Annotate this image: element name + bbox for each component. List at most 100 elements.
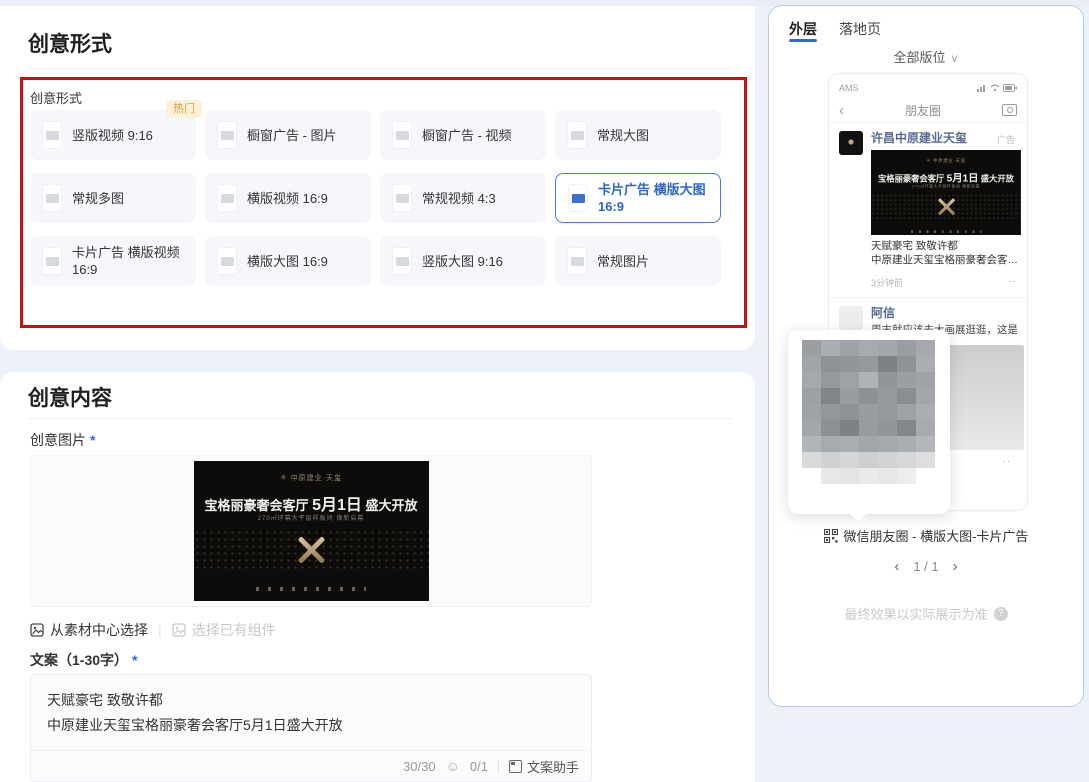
format-group-label: 创意形式 [30,88,82,107]
ad-image-thumbnail: ✳中原建业·天玺 宝格丽豪奢会客厅 5月1日 盛大开放 270㎡环幕大平层样板间… [871,150,1021,235]
preview-pagination: ‹ 1 / 1 › [769,558,1083,575]
ad-emblem-band [194,529,429,571]
moments-ad-post: 广告 许昌中原建业天玺 ✳中原建业·天玺 宝格丽豪奢会客厅 5月1日 盛大开放 … [829,123,1027,297]
ad-image-mini: ✳中原建业·天玺 宝格丽豪奢会客厅 5月1日 盛大开放 270㎡环幕大平层样板间… [871,150,1021,235]
vertical-image-icon [392,247,412,275]
format-option[interactable]: 常规大图 [555,110,721,160]
tab-landing-page[interactable]: 落地页 [839,19,881,39]
placement-selector[interactable]: 全部版位∨ [769,47,1083,66]
advertiser-avatar [839,131,863,155]
emblem-icon [935,196,957,218]
active-tab-underline [789,39,817,42]
regular-video-icon [392,184,412,212]
friend-avatar [839,306,863,330]
image-icon [172,623,186,637]
copy-text: 天赋豪宅 致敬许都 中原建业天玺宝格丽豪奢会客厅5月1日盛大开放 [31,675,591,738]
format-option[interactable]: 常规视频 4:3 [380,173,546,223]
format-option[interactable]: 横版大图 16:9 [205,236,371,286]
section-title-content: 创意内容 [28,382,112,412]
showcase-image-icon [217,121,237,149]
creative-image-preview: ✳中原建业·天玺 宝格丽豪奢会客厅 5月1日 盛大开放 270㎡环幕大平层样板间… [194,461,429,601]
more-icon: ·· [1002,456,1011,467]
chevron-down-icon: ∨ [950,53,958,65]
format-option[interactable]: 橱窗广告 - 图片 [205,110,371,160]
image-field-label: 创意图片* [30,430,95,450]
select-from-material-center-link[interactable]: 从素材中心选择 [30,620,148,640]
friend-name: 阿信 [871,306,1017,320]
tab-outer-layer[interactable]: 外层 [789,19,817,39]
format-option[interactable]: 橱窗广告 - 视频 [380,110,546,160]
wifi-icon [990,84,1000,92]
post-time: 3分钟前 [871,276,903,289]
vertical-video-icon [42,121,62,149]
placement-caption: 微信朋友圈 - 横版大图-卡片广告 [844,526,1029,545]
brand-logo-icon: ✳ [280,473,288,482]
copy-field-label: 文案（1-30字）* [30,650,137,670]
battery-icon [1003,84,1017,92]
horizontal-video-icon [217,184,237,212]
divider [28,418,731,419]
link-separator: | [158,622,162,638]
horizontal-image-icon [217,247,237,275]
ad-footer-decoration [256,587,366,591]
ad-creative-page: 创意形式 创意形式 热门 竖版视频 9:16 橱窗广告 - 图片 橱窗广告 - … [0,0,1089,782]
camera-icon [1002,104,1017,116]
format-option[interactable]: 热门 竖版视频 9:16 [30,110,196,160]
carrier-label: AMS [839,83,859,93]
copy-textarea[interactable]: 天赋豪宅 致敬许都 中原建业天玺宝格丽豪奢会客厅5月1日盛大开放 30/30 ☺… [30,674,592,782]
creative-image-box[interactable]: ✳中原建业·天玺 宝格丽豪奢会客厅 5月1日 盛大开放 270㎡环幕大平层样板间… [30,455,592,607]
large-image-icon [567,121,587,149]
ad-subline: 270㎡环幕大平层样板间 焕新启幕 [194,513,429,522]
phone-navbar: ‹ 朋友圈 [829,98,1027,123]
divider [28,68,731,69]
more-icon: ·· [1008,276,1017,289]
assistant-icon [509,760,522,773]
brand-logo-icon: ✳ [926,158,931,164]
post-caption-line2: 中原建业天玺宝格丽豪奢会客厅5月1日盛... [871,253,1023,267]
back-icon: ‹ [839,102,844,119]
image-icon [30,623,44,637]
qr-code-icon [824,529,838,543]
select-existing-component-link[interactable]: 选择已有组件 [172,620,276,640]
preview-disclaimer: 最终效果以实际展示为准 ? [769,604,1083,623]
post-caption-line1: 天赋豪宅 致敬许都 [871,239,1017,253]
card-ad-large-image-icon [568,184,588,212]
card-ad-video-icon [42,247,62,275]
help-icon[interactable]: ? [994,607,1008,621]
ad-tag: 广告 [997,133,1015,146]
advertiser-name: 许昌中原建业天玺 [871,131,1017,145]
preview-caption-row: 微信朋友圈 - 横版大图-卡片广告 [769,526,1083,545]
format-option[interactable]: 竖版大图 9:16 [380,236,546,286]
hot-badge: 热门 [166,100,202,118]
format-option[interactable]: 常规多图 [30,173,196,223]
required-asterisk: * [132,652,137,668]
material-links-row: 从素材中心选择 | 选择已有组件 [30,620,276,640]
char-counter: 30/30 [403,759,436,774]
format-option[interactable]: 卡片广告 横版视频 16:9 [30,236,196,286]
required-asterisk: * [90,432,95,448]
emoji-counter: 0/1 [470,759,488,774]
emblem-icon [294,533,328,567]
format-option-selected[interactable]: 卡片广告 横版大图 16:9 [555,173,721,223]
format-option[interactable]: 常规图片 [555,236,721,286]
format-grid: 热门 竖版视频 9:16 橱窗广告 - 图片 橱窗广告 - 视频 常规大图 常规… [30,110,722,286]
format-option[interactable]: 横版视频 16:9 [205,173,371,223]
moments-title: 朋友圈 [905,102,941,119]
ad-brand-line: ✳中原建业·天玺 [194,473,429,483]
copy-toolbar: 30/30 ☺ 0/1 文案助手 [31,750,591,781]
regular-picture-icon [567,247,587,275]
signal-icon [977,84,987,92]
status-icons [977,84,1017,92]
mosaic-tooltip [788,330,950,514]
section-title-format: 创意形式 [28,28,112,58]
prev-page-button[interactable]: ‹ [894,558,899,575]
toolbar-separator [498,759,499,773]
mosaic-image [802,340,935,484]
multi-image-icon [42,184,62,212]
emoji-button[interactable]: ☺ [446,758,460,774]
copy-assistant-button[interactable]: 文案助手 [509,757,579,776]
showcase-video-icon [392,121,412,149]
next-page-button[interactable]: › [953,558,958,575]
phone-statusbar: AMS [829,74,1027,98]
ad-headline: 宝格丽豪奢会客厅 5月1日 盛大开放 [194,491,429,515]
